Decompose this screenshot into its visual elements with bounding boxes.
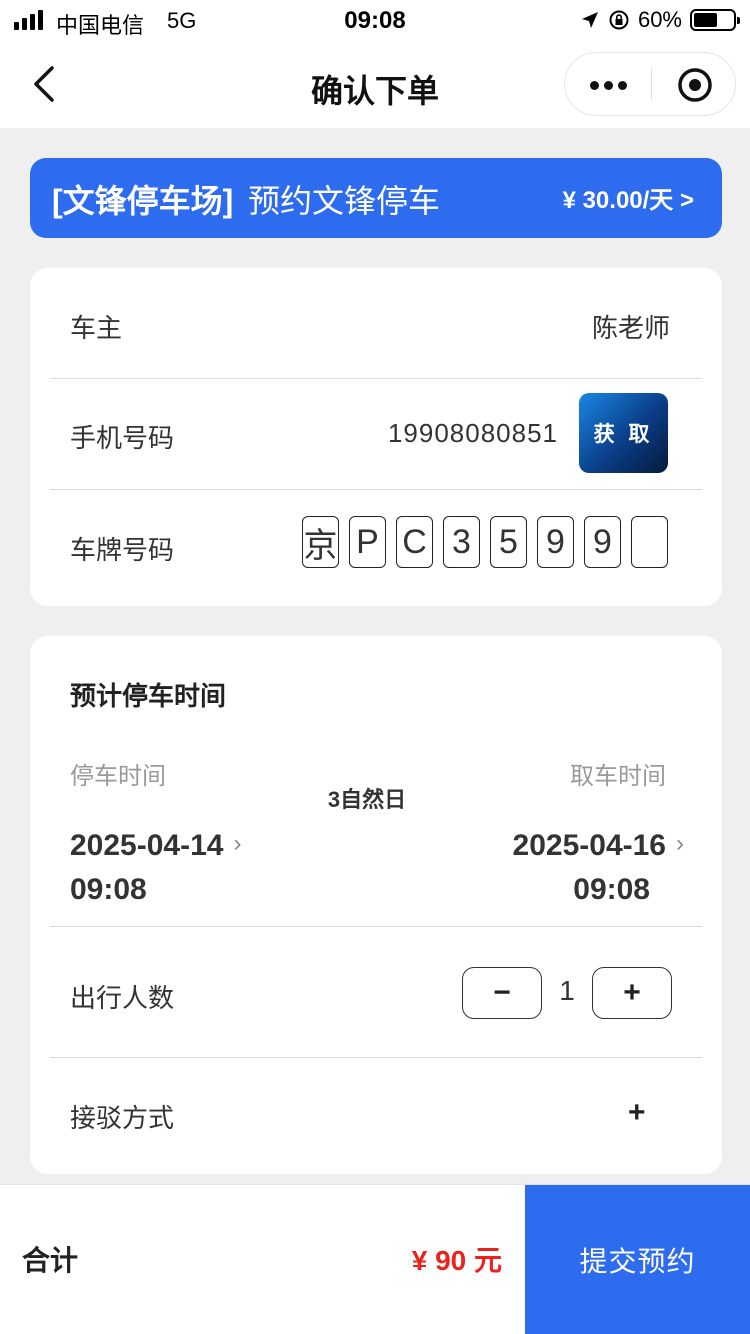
schedule-title: 预计停车时间 [70, 681, 227, 711]
travelers-label: 出行人数 [70, 983, 175, 1013]
chevron-right-icon: › [676, 830, 684, 857]
battery-percent: 60% [637, 7, 682, 32]
plate-char-cell[interactable]: C [396, 516, 433, 568]
shuttle-label: 接驳方式 [70, 1103, 175, 1133]
submit-reservation-button[interactable]: 提交预约 [525, 1185, 750, 1334]
park-time: 09:08 [70, 873, 147, 906]
phone-value[interactable]: 19908080851 [388, 418, 558, 449]
duration-days: 3自然日 [327, 787, 407, 812]
park-datetime-picker[interactable]: 2025-04-14 › 09:08 [70, 822, 241, 912]
owner-value: 陈老师 [591, 313, 670, 343]
plate-char-cell[interactable]: 5 [490, 516, 527, 568]
schedule-card: 预计停车时间 停车时间 取车时间 3自然日 2025-04-14 › 09:08 … [30, 636, 722, 1174]
daily-price: ¥ 30.00/天 > [562, 187, 694, 214]
status-bar: 中国电信 5G 09:08 60% [0, 0, 750, 40]
divider [50, 378, 702, 379]
chevron-right-icon: › [233, 830, 242, 857]
plate-char-cell-empty[interactable] [631, 516, 668, 568]
close-miniprogram-button[interactable] [652, 53, 737, 117]
location-icon [581, 12, 598, 28]
owner-label: 车主 [70, 313, 123, 343]
plate-label: 车牌号码 [70, 535, 175, 565]
nav-bar: 确认下单 [0, 40, 750, 128]
get-phone-button[interactable]: 获 取 [579, 393, 668, 473]
divider [50, 489, 702, 490]
banner-description: 预约文锋停车 [248, 183, 441, 219]
pickup-date: 2025-04-16 [512, 829, 666, 862]
add-shuttle-button[interactable]: + [628, 1096, 646, 1130]
plate-char-cell[interactable]: 3 [443, 516, 480, 568]
plate-input[interactable]: 京 P C 3 5 9 9 [302, 516, 668, 568]
target-circle-icon [677, 68, 712, 102]
pickup-time: 09:08 [573, 873, 650, 906]
increase-travelers-button[interactable]: + [592, 967, 672, 1019]
plate-char-cell[interactable]: P [349, 516, 386, 568]
plate-char-cell[interactable]: 9 [584, 516, 621, 568]
vehicle-info-card: 车主 陈老师 手机号码 19908080851 获 取 车牌号码 京 P C 3… [30, 268, 722, 606]
plate-char-cell[interactable]: 9 [537, 516, 574, 568]
total-amount: ¥ 90 元 [411, 1245, 502, 1276]
parking-lot-name: [文锋停车场] [52, 183, 234, 219]
pickup-datetime-picker[interactable]: 2025-04-16 › 09:08 [513, 822, 684, 912]
mini-program-capsule [564, 52, 736, 116]
order-footer: 合计 ¥ 90 元 提交预约 [0, 1184, 750, 1334]
more-button[interactable] [565, 53, 651, 117]
orientation-lock-icon [609, 10, 629, 30]
travelers-count: 1 [559, 975, 575, 1006]
total-label: 合计 [22, 1245, 79, 1276]
more-dots-icon [589, 80, 599, 90]
decrease-travelers-button[interactable]: − [462, 967, 542, 1019]
park-date: 2025-04-14 [70, 829, 224, 862]
divider [50, 1057, 702, 1058]
divider [50, 926, 702, 927]
battery-icon [690, 9, 740, 31]
parking-lot-banner[interactable]: [文锋停车场] 预约文锋停车 ¥ 30.00/天 > [30, 158, 722, 238]
phone-label: 手机号码 [70, 423, 175, 453]
plate-char-cell[interactable]: 京 [302, 516, 339, 568]
